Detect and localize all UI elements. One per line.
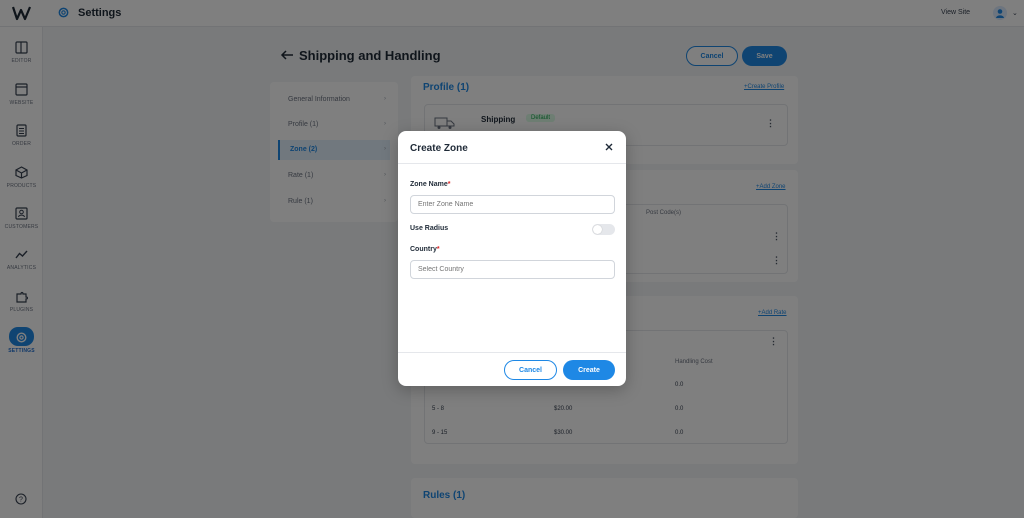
zone-name-label: Zone Name*: [410, 181, 451, 188]
zone-name-input[interactable]: [410, 195, 615, 214]
divider: [398, 163, 626, 164]
use-radius-toggle[interactable]: [592, 224, 615, 235]
modal-cancel-button[interactable]: Cancel: [504, 360, 557, 380]
country-label: Country*: [410, 246, 440, 253]
create-button[interactable]: Create: [563, 360, 615, 380]
use-radius-label: Use Radius: [410, 225, 449, 232]
modal-title: Create Zone: [410, 143, 468, 154]
toggle-knob: [593, 225, 602, 234]
create-zone-modal: Create Zone Zone Name* Use Radius Countr…: [398, 131, 626, 386]
close-icon[interactable]: [604, 142, 614, 152]
country-select[interactable]: [410, 260, 615, 279]
divider: [398, 352, 626, 353]
